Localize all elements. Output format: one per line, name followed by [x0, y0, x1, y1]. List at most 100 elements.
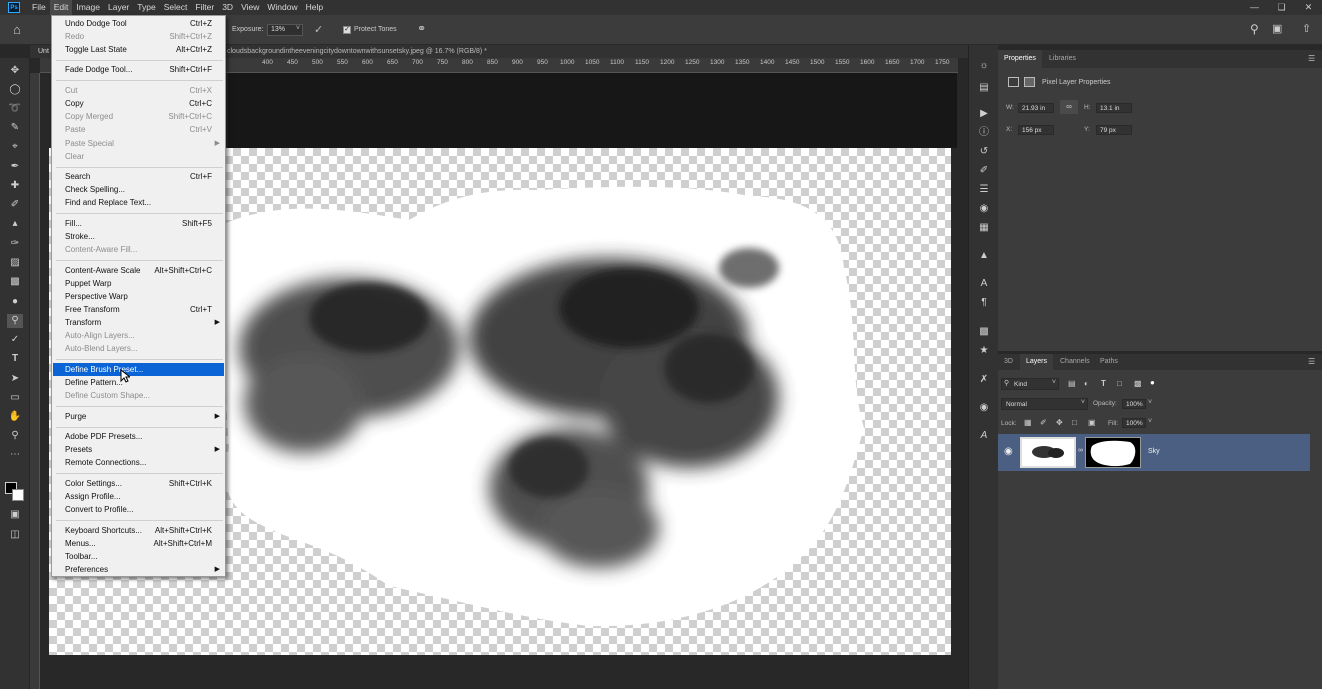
menu-item-copy[interactable]: Copy Ctrl+C: [53, 97, 224, 110]
menu-item-toggle-last-state[interactable]: Toggle Last State Alt+Ctrl+Z: [53, 43, 224, 56]
menu-item-undo[interactable]: Undo Dodge Tool Ctrl+Z: [53, 17, 224, 30]
menu-view[interactable]: View: [237, 0, 263, 15]
marquee-tool-icon[interactable]: ◯: [7, 83, 23, 97]
menu-item-define-custom-shape[interactable]: Define Custom Shape...: [53, 389, 224, 402]
pressure-icon[interactable]: ⚭: [417, 22, 426, 35]
tab-properties[interactable]: Properties: [998, 50, 1042, 68]
document-tab-short[interactable]: Unt: [38, 45, 49, 58]
move-tool-icon[interactable]: ✥: [7, 64, 23, 78]
menu-item-purge[interactable]: Purge ▶: [53, 410, 224, 423]
menu-item-toolbar[interactable]: Toolbar...: [53, 550, 224, 563]
height-field[interactable]: 13.1 in: [1096, 103, 1132, 113]
menu-item-convert-profile[interactable]: Convert to Profile...: [53, 503, 224, 516]
layer-mask-thumbnail[interactable]: [1085, 437, 1141, 468]
zoom-tool-icon[interactable]: ⚲: [7, 429, 23, 443]
menu-item-paste-special[interactable]: Paste Special ▶: [53, 137, 224, 150]
info-icon[interactable]: ⓘ: [977, 126, 991, 140]
color-icon[interactable]: ◉: [977, 202, 991, 216]
history-icon[interactable]: ↺: [977, 145, 991, 159]
gradient-tool-icon[interactable]: ▩: [7, 275, 23, 289]
filter-adjustment-icon[interactable]: ◐: [1084, 379, 1089, 388]
lock-artboard-icon[interactable]: □: [1072, 418, 1077, 427]
menu-edit[interactable]: Edit: [49, 0, 73, 15]
lock-image-icon[interactable]: ✐: [1040, 418, 1047, 427]
lasso-tool-icon[interactable]: ➰: [7, 102, 23, 116]
tab-paths[interactable]: Paths: [1094, 354, 1124, 370]
healing-brush-tool-icon[interactable]: ✚: [7, 179, 23, 193]
panel-menu-icon[interactable]: ☰: [1308, 357, 1315, 366]
menu-item-fill[interactable]: Fill... Shift+F5: [53, 217, 224, 230]
chevron-down-icon[interactable]: ˅: [1148, 418, 1152, 425]
lock-transparent-icon[interactable]: ▦: [1024, 418, 1032, 427]
menu-item-paste[interactable]: Paste Ctrl+V: [53, 123, 224, 136]
search-icon[interactable]: ⚲: [1250, 22, 1259, 36]
filter-smart-object-icon[interactable]: ▩: [1134, 379, 1142, 388]
layer-row[interactable]: ◉ ∞ Sky: [998, 434, 1310, 471]
menu-item-cut[interactable]: Cut Ctrl+X: [53, 84, 224, 97]
menu-item-search[interactable]: Search Ctrl+F: [53, 170, 224, 183]
airbrush-icon[interactable]: ✓: [314, 23, 323, 36]
menu-item-content-aware-fill[interactable]: Content-Aware Fill...: [53, 243, 224, 256]
menu-help[interactable]: Help: [302, 0, 327, 15]
menu-select[interactable]: Select: [160, 0, 192, 15]
menu-item-auto-blend[interactable]: Auto-Blend Layers...: [53, 342, 224, 355]
menu-item-color-settings[interactable]: Color Settings... Shift+Ctrl+K: [53, 477, 224, 490]
home-icon[interactable]: ⌂: [13, 22, 21, 37]
lock-position-icon[interactable]: ✥: [1056, 418, 1063, 427]
menu-item-assign-profile[interactable]: Assign Profile...: [53, 490, 224, 503]
menu-layer[interactable]: Layer: [104, 0, 133, 15]
quick-mask-icon[interactable]: ▣: [7, 508, 23, 522]
blend-mode-select[interactable]: Normal ˅: [1001, 398, 1088, 410]
layer-name[interactable]: Sky: [1148, 448, 1160, 455]
menu-item-free-transform[interactable]: Free Transform Ctrl+T: [53, 303, 224, 316]
share-icon[interactable]: ⇧: [1302, 22, 1311, 35]
menu-item-stroke[interactable]: Stroke...: [53, 230, 224, 243]
menu-item-transform[interactable]: Transform ▶: [53, 316, 224, 329]
grid-icon[interactable]: ▦: [977, 221, 991, 235]
clone-stamp-tool-icon[interactable]: ▴: [7, 217, 23, 231]
menu-item-adobe-pdf-presets[interactable]: Adobe PDF Presets...: [53, 430, 224, 443]
tab-libraries[interactable]: Libraries: [1043, 50, 1082, 68]
menu-item-puppet-warp[interactable]: Puppet Warp: [53, 277, 224, 290]
character-icon[interactable]: A: [977, 277, 991, 291]
menu-item-perspective-warp[interactable]: Perspective Warp: [53, 290, 224, 303]
close-icon[interactable]: ✕: [1295, 0, 1322, 15]
type-tool-icon[interactable]: T: [7, 352, 23, 366]
chevron-down-icon[interactable]: ˅: [1148, 399, 1152, 406]
opacity-field[interactable]: 100%: [1122, 399, 1146, 409]
eyedropper-tool-icon[interactable]: ✒: [7, 160, 23, 174]
paragraph-icon[interactable]: ¶: [977, 296, 991, 310]
menu-item-auto-align[interactable]: Auto-Align Layers...: [53, 329, 224, 342]
libraries-icon[interactable]: ▩: [977, 325, 991, 339]
pen-tool-icon[interactable]: ✓: [7, 333, 23, 347]
history-brush-tool-icon[interactable]: ✑: [7, 237, 23, 251]
brush-tool-icon[interactable]: ✐: [7, 198, 23, 212]
path-selection-tool-icon[interactable]: ➤: [7, 372, 23, 386]
tools-icon[interactable]: ✗: [977, 373, 991, 387]
filter-type-icon[interactable]: T: [1101, 379, 1106, 388]
filter-shape-icon[interactable]: □: [1117, 379, 1122, 388]
document-tab-title[interactable]: cloudsbackgroundintheeveningcitydowntown…: [227, 45, 487, 58]
menu-item-find-replace[interactable]: Find and Replace Text...: [53, 196, 224, 209]
blur-tool-icon[interactable]: ●: [7, 295, 23, 309]
more-tools-icon[interactable]: ⋯: [7, 448, 23, 462]
screen-mode-icon[interactable]: ◫: [7, 528, 23, 542]
visibility-eye-icon[interactable]: ◉: [1004, 446, 1013, 457]
width-field[interactable]: 21.93 in: [1018, 103, 1054, 113]
tab-channels[interactable]: Channels: [1054, 354, 1096, 370]
menu-item-clear[interactable]: Clear: [53, 150, 224, 163]
menu-item-copy-merged[interactable]: Copy Merged Shift+Ctrl+C: [53, 110, 224, 123]
menu-item-check-spelling[interactable]: Check Spelling...: [53, 183, 224, 196]
dodge-tool-icon[interactable]: ⚲: [7, 314, 23, 328]
menu-item-define-brush-preset[interactable]: Define Brush Preset...: [53, 363, 224, 376]
menu-window[interactable]: Window: [263, 0, 301, 15]
link-icon[interactable]: ∞: [1060, 100, 1078, 114]
mask-icon[interactable]: [1024, 77, 1035, 87]
layer-thumbnail[interactable]: [1020, 437, 1076, 468]
hand-tool-icon[interactable]: ✋: [7, 410, 23, 424]
sliders-icon[interactable]: ☰: [977, 183, 991, 197]
filter-toggle-icon[interactable]: ●: [1150, 378, 1155, 387]
tab-3d[interactable]: 3D: [998, 354, 1019, 370]
menu-item-menus[interactable]: Menus... Alt+Shift+Ctrl+M: [53, 537, 224, 550]
rectangle-tool-icon[interactable]: ▭: [7, 391, 23, 405]
